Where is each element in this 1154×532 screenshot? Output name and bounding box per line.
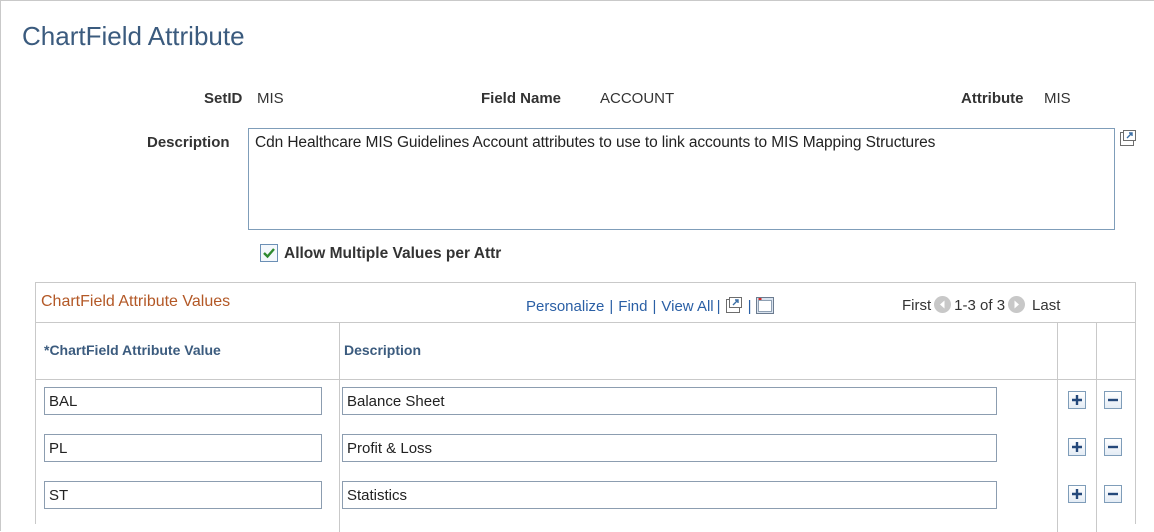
grid-divider — [36, 379, 1135, 380]
expand-popup-icon[interactable] — [1119, 129, 1137, 147]
previous-arrow-icon[interactable] — [934, 296, 952, 313]
attribute-value-input[interactable]: ST — [44, 481, 322, 509]
toolbar-separator: | — [609, 298, 614, 315]
grid-divider — [36, 322, 1135, 323]
description-label: Description — [147, 134, 230, 151]
grid-header: ChartField Attribute Values Personalize |… — [36, 283, 1135, 323]
field-name-label: Field Name — [481, 90, 562, 107]
description-textarea[interactable]: Cdn Healthcare MIS Guidelines Account at… — [248, 128, 1115, 230]
zoom-grid-icon[interactable] — [725, 296, 743, 318]
pager-first[interactable]: First — [902, 297, 931, 314]
page-frame: ChartField Attribute SetID MIS Field Nam… — [0, 0, 1154, 532]
add-row-icon[interactable] — [1068, 485, 1086, 503]
toolbar-separator: | — [716, 298, 721, 315]
toolbar-separator: | — [652, 298, 657, 315]
column-divider — [339, 323, 340, 532]
grid-pager: First 1-3 of 3 Last — [902, 296, 1060, 314]
column-divider — [1096, 323, 1097, 532]
download-spreadsheet-icon[interactable] — [756, 297, 775, 318]
field-name-value: ACCOUNT — [600, 90, 675, 107]
column-header-value[interactable]: *ChartField Attribute Value — [44, 342, 221, 358]
grid-toolbar: Personalize | Find | View All | | — [526, 296, 775, 318]
column-divider — [1057, 323, 1058, 532]
attribute-description-input[interactable]: Balance Sheet — [342, 387, 997, 415]
setid-label: SetID — [204, 90, 243, 107]
delete-row-icon[interactable] — [1104, 438, 1122, 456]
checkmark-icon — [263, 248, 275, 259]
allow-multiple-label: Allow Multiple Values per Attr — [284, 245, 502, 262]
page-title: ChartField Attribute — [22, 21, 245, 51]
personalize-link[interactable]: Personalize — [526, 298, 604, 315]
attribute-value-input[interactable]: BAL — [44, 387, 322, 415]
add-row-icon[interactable] — [1068, 438, 1086, 456]
add-row-icon[interactable] — [1068, 391, 1086, 409]
pager-last[interactable]: Last — [1032, 297, 1060, 314]
grid-title: ChartField Attribute Values — [41, 293, 231, 310]
pager-range: 1-3 of 3 — [954, 297, 1006, 314]
next-arrow-icon[interactable] — [1008, 296, 1026, 313]
attribute-description-input[interactable]: Statistics — [342, 481, 997, 509]
view-all-link[interactable]: View All — [661, 298, 713, 315]
allow-multiple-checkbox[interactable] — [260, 244, 278, 262]
toolbar-separator: | — [747, 298, 752, 315]
attribute-value-input[interactable]: PL — [44, 434, 322, 462]
column-header-description[interactable]: Description — [344, 342, 421, 358]
delete-row-icon[interactable] — [1104, 485, 1122, 503]
find-link[interactable]: Find — [618, 298, 647, 315]
attribute-description-input[interactable]: Profit & Loss — [342, 434, 997, 462]
attribute-label: Attribute — [961, 90, 1024, 107]
setid-value: MIS — [257, 90, 284, 107]
attribute-value: MIS — [1044, 90, 1071, 107]
delete-row-icon[interactable] — [1104, 391, 1122, 409]
